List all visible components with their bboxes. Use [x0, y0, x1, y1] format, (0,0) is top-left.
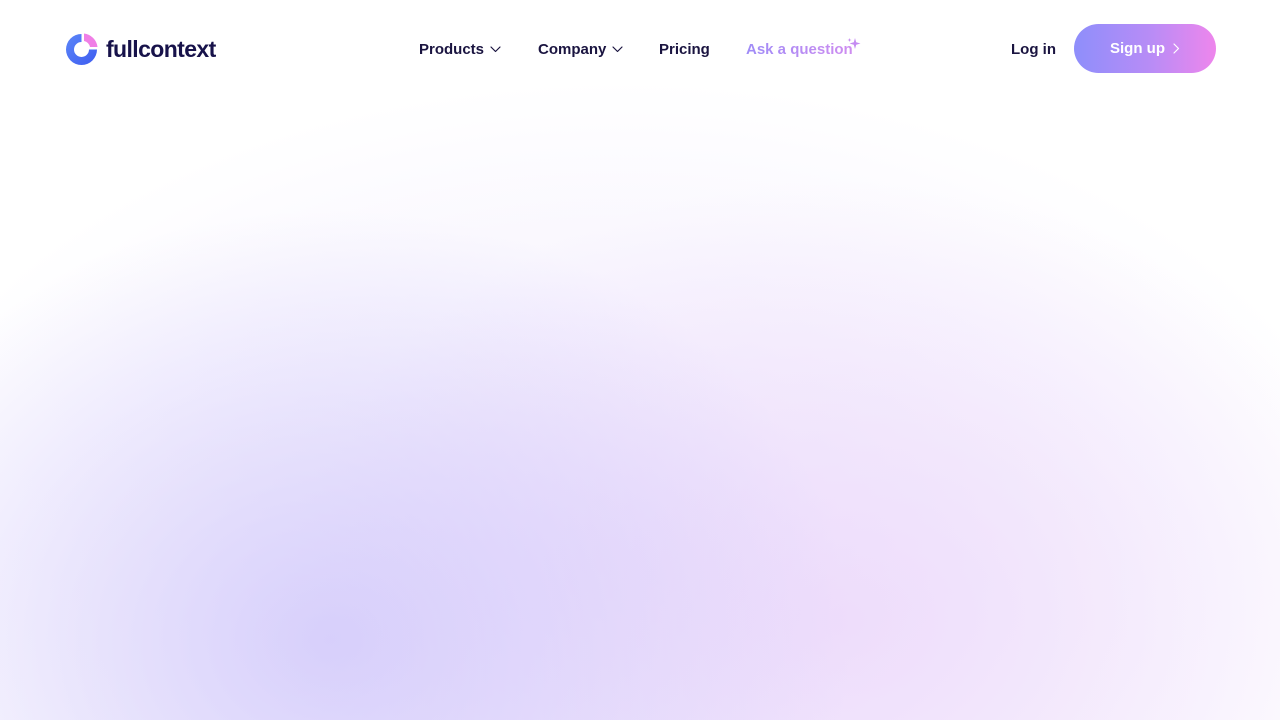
- chevron-right-icon: [1173, 43, 1180, 54]
- nav-company-label: Company: [538, 40, 607, 58]
- signup-label: Sign up: [1110, 40, 1165, 57]
- nav-products-dropdown[interactable]: Products: [419, 36, 501, 62]
- nav-pricing-link[interactable]: Pricing: [659, 36, 710, 62]
- hero-background-gradient: [0, 0, 1280, 720]
- nav-products-label: Products: [419, 40, 485, 58]
- nav-ask-question-link[interactable]: Ask a question: [746, 36, 853, 62]
- chevron-down-icon: [612, 45, 623, 52]
- signup-button[interactable]: Sign up: [1074, 24, 1216, 73]
- site-header: fullcontext Products Company Pricing Ask…: [0, 0, 1280, 98]
- chevron-down-icon: [490, 45, 501, 52]
- sparkle-icon: [847, 38, 861, 49]
- login-link[interactable]: Log in: [1011, 36, 1056, 62]
- nav-company-dropdown[interactable]: Company: [538, 36, 623, 62]
